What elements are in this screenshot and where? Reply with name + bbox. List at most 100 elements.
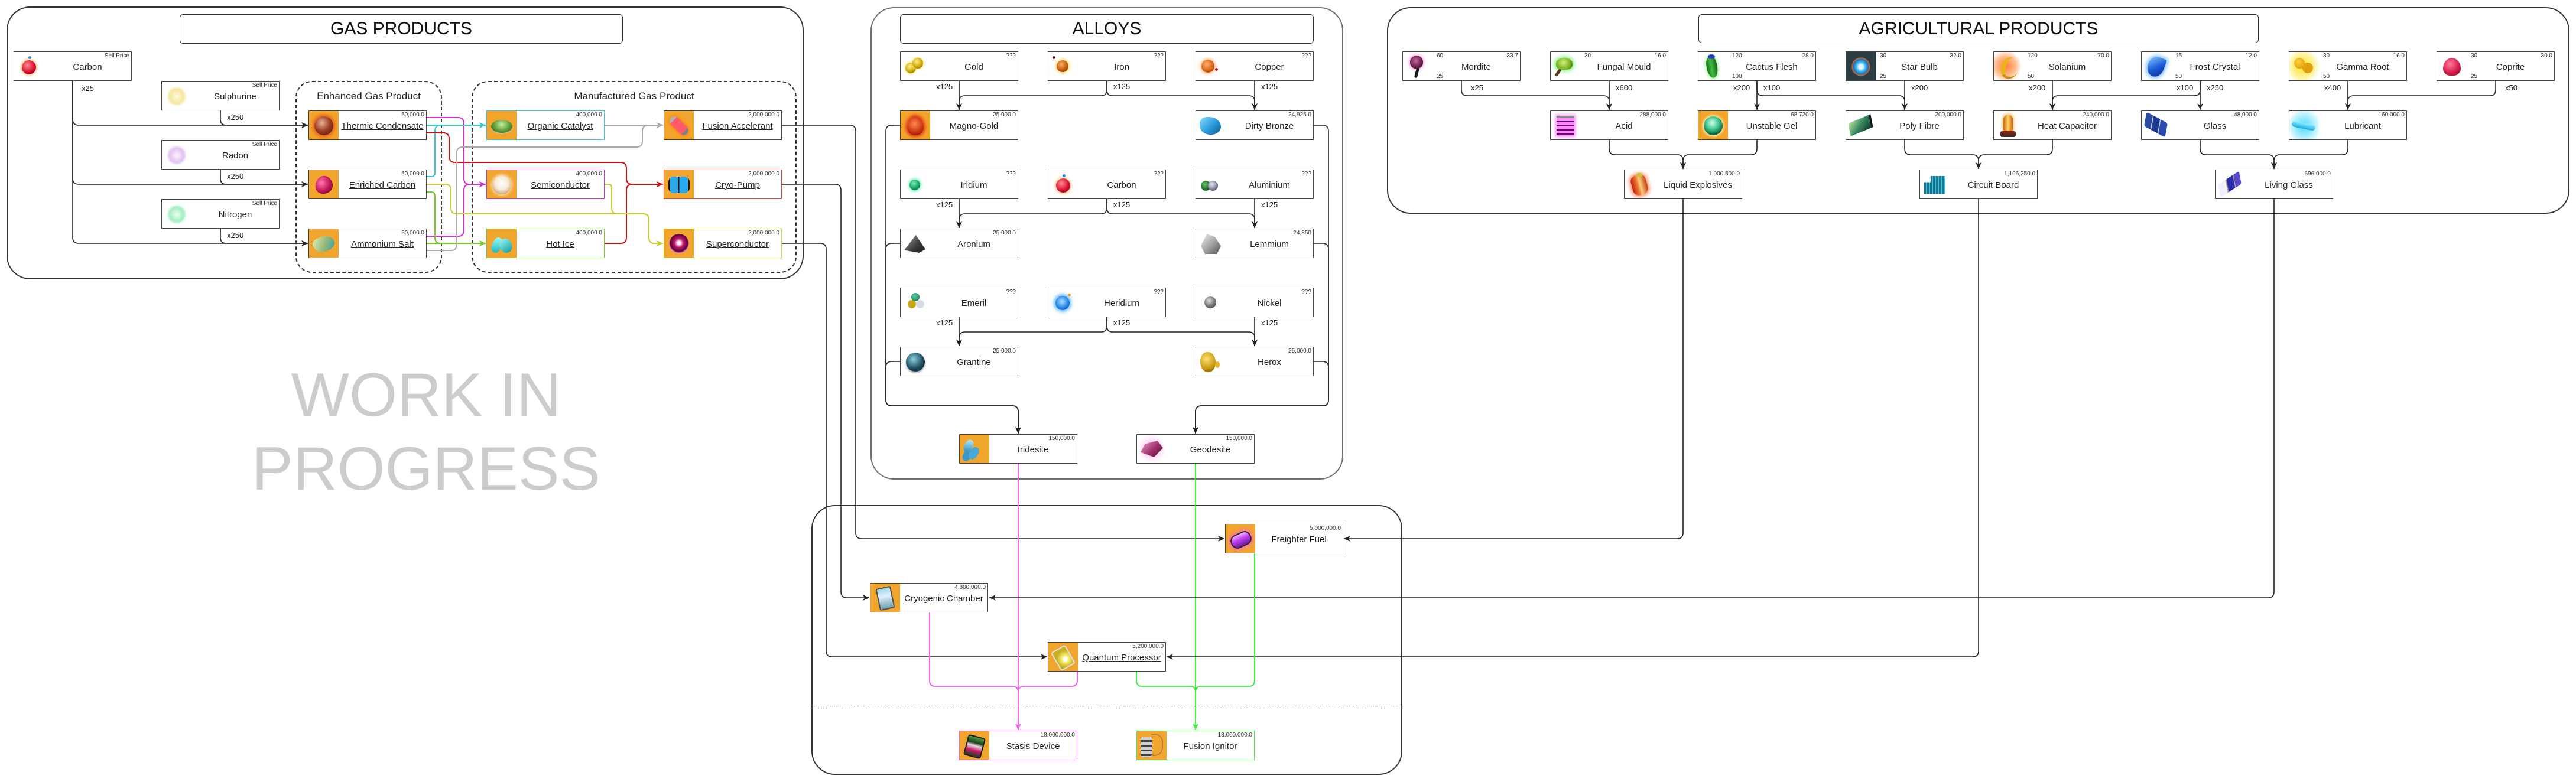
sell-price: 25,000.0 — [993, 112, 1016, 118]
item-name: Grantine — [957, 357, 991, 367]
copper-icon — [1196, 52, 1226, 80]
sell-price: 288,000.0 — [1639, 112, 1667, 118]
node-enriched-carbon[interactable]: 50,000.0 Enriched Carbon — [308, 170, 427, 199]
edge-mordite-acid — [1461, 81, 1612, 110]
gamma-root-icon — [2289, 52, 2319, 80]
node-sulphurine: Sell Price Sulphurine — [161, 81, 280, 110]
item-name: Cactus Flesh — [1746, 62, 1798, 72]
item-link[interactable]: Cryogenic Chamber — [900, 594, 987, 603]
sell-price: 2,000,000.0 — [748, 171, 779, 177]
node-fusion-ignitor: 18,000,000.0 Fusion Ignitor — [1136, 731, 1255, 760]
node-cryogenic-chamber[interactable]: 4,800,000.0 Cryogenic Chamber — [870, 583, 988, 612]
carbon-icon — [1048, 170, 1078, 198]
sell-price: 28.0 — [1802, 53, 1814, 59]
item-link[interactable]: Freighter Fuel — [1255, 535, 1343, 544]
herox-icon — [1196, 347, 1226, 376]
item-link[interactable]: Cryo-Pump — [694, 181, 781, 190]
heat-capacitor-icon — [1994, 111, 2023, 139]
gold-icon — [901, 52, 930, 80]
magno-gold-icon — [901, 111, 930, 139]
node-cryo-pump[interactable]: 2,000,000.0 Cryo-Pump — [664, 170, 782, 199]
iron-icon — [1048, 52, 1078, 80]
quantity-label: x200 — [1733, 83, 1750, 92]
stat-top: 60 — [1437, 53, 1444, 59]
edge-heridium-grantine — [956, 317, 1107, 346]
lubricant-icon — [2289, 111, 2319, 139]
item-name: Stasis Device — [1006, 741, 1060, 751]
node-heat-capacitor: 240,000.0 Heat Capacitor — [1993, 110, 2112, 140]
sell-price: 33.7 — [1506, 53, 1518, 59]
node-quantum-processor[interactable]: 5,200,000.0 Quantum Processor — [1048, 642, 1166, 672]
stat-bottom: 25 — [1437, 73, 1444, 80]
stat-top: 30 — [2323, 53, 2330, 59]
item-link[interactable]: Fusion Accelerant — [694, 122, 781, 131]
nickel-icon — [1196, 288, 1226, 317]
item-link[interactable]: Semiconductor — [517, 181, 604, 190]
freighter-fuel-icon — [1226, 524, 1255, 553]
edge-quantum-processor-stasis-device — [1015, 672, 1078, 730]
sell-price: 68,720.0 — [1791, 112, 1814, 118]
node-living-glass: 696,000.0 Living Glass — [2215, 170, 2333, 199]
node-ammonium-salt[interactable]: 50,000.0 Ammonium Salt — [308, 229, 427, 258]
sell-price: 5,200,000.0 — [1132, 643, 1164, 650]
item-name: Acid — [1615, 121, 1633, 131]
item-name: Solanium — [2048, 62, 2086, 72]
node-thermic-condensate[interactable]: 50,000.0 Thermic Condensate — [308, 110, 427, 140]
item-name: Aronium — [957, 239, 990, 249]
radon-icon — [162, 141, 191, 169]
organic-catalyst-icon — [487, 111, 517, 139]
node-hot-ice[interactable]: 400,000.0 Hot Ice — [486, 229, 605, 258]
sell-price: 2,000,000.0 — [748, 230, 779, 236]
item-name: Gamma Root — [2336, 62, 2389, 72]
stat-bottom: 50 — [2323, 73, 2330, 80]
superconductor-icon — [664, 229, 694, 258]
node-grantine: 25,000.0 Grantine — [900, 347, 1018, 376]
node-magno-gold: 25,000.0 Magno-Gold — [900, 110, 1018, 140]
item-name: Fungal Mould — [1597, 62, 1651, 72]
quantity-label: x125 — [936, 200, 953, 209]
node-mordite: 60 25 33.7 Mordite — [1402, 51, 1521, 81]
sell-price-label: Sell Price — [104, 53, 129, 59]
node-aluminium: ??? Aluminium — [1196, 170, 1314, 199]
item-link[interactable]: Superconductor — [694, 240, 781, 249]
node-fungal-mould: 30 16.0 Fungal Mould — [1550, 51, 1668, 81]
sell-price: 25,000.0 — [1288, 348, 1311, 354]
fungal-mould-icon — [1551, 52, 1580, 80]
edge-coprite-lubricant — [2345, 81, 2496, 110]
item-link[interactable]: Ammonium Salt — [339, 240, 426, 249]
item-name: Mordite — [1461, 62, 1492, 72]
item-name: Carbon — [1107, 180, 1136, 190]
item-name: Carbon — [73, 62, 102, 72]
sell-price: ??? — [1301, 53, 1311, 59]
glass-icon — [2142, 111, 2171, 139]
item-name: Gold — [964, 62, 983, 72]
item-link[interactable]: Thermic Condensate — [339, 122, 426, 131]
item-link[interactable]: Quantum Processor — [1078, 653, 1165, 662]
sell-price: 2,000,000.0 — [748, 112, 779, 118]
node-fusion-accelerant[interactable]: 2,000,000.0 Fusion Accelerant — [664, 110, 782, 140]
node-heridium: ??? Heridium — [1048, 288, 1166, 317]
cryogenic-chamber-icon — [870, 584, 900, 612]
item-link[interactable]: Enriched Carbon — [339, 181, 426, 190]
node-semiconductor[interactable]: 400,000.0 Semiconductor — [486, 170, 605, 199]
node-unstable-gel: 68,720.0 Unstable Gel — [1698, 110, 1816, 140]
edge-unstable-gel-liquid-explosives — [1680, 140, 1758, 169]
node-freighter-fuel[interactable]: 5,000,000.0 Freighter Fuel — [1225, 524, 1343, 553]
item-link[interactable]: Hot Ice — [517, 240, 604, 249]
node-alloy-carbon: ??? Carbon — [1048, 170, 1166, 199]
node-poly-fibre: 200,000.0 Poly Fibre — [1846, 110, 1964, 140]
node-dirty-bronze: 24,925.0 Dirty Bronze — [1196, 110, 1314, 140]
item-link[interactable]: Organic Catalyst — [517, 122, 604, 131]
stat-bottom: 50 — [2028, 73, 2035, 80]
quantity-label: x100 — [1763, 83, 1781, 92]
node-superconductor[interactable]: 2,000,000.0 Superconductor — [664, 229, 782, 258]
node-frost-crystal: 15 50 12.0 Frost Crystal — [2141, 51, 2259, 81]
node-organic-catalyst[interactable]: 400,000.0 Organic Catalyst — [486, 110, 605, 140]
sell-price: 696,000.0 — [2304, 171, 2331, 177]
edge-freighter-fuel-fusion-ignitor — [1193, 553, 1255, 730]
node-gamma-root: 30 50 16.0 Gamma Root — [2289, 51, 2407, 81]
solanium-icon — [1994, 52, 2023, 80]
living-glass-icon — [2216, 170, 2245, 198]
lemmium-icon — [1196, 229, 1226, 258]
node-herox: 25,000.0 Herox — [1196, 347, 1314, 376]
